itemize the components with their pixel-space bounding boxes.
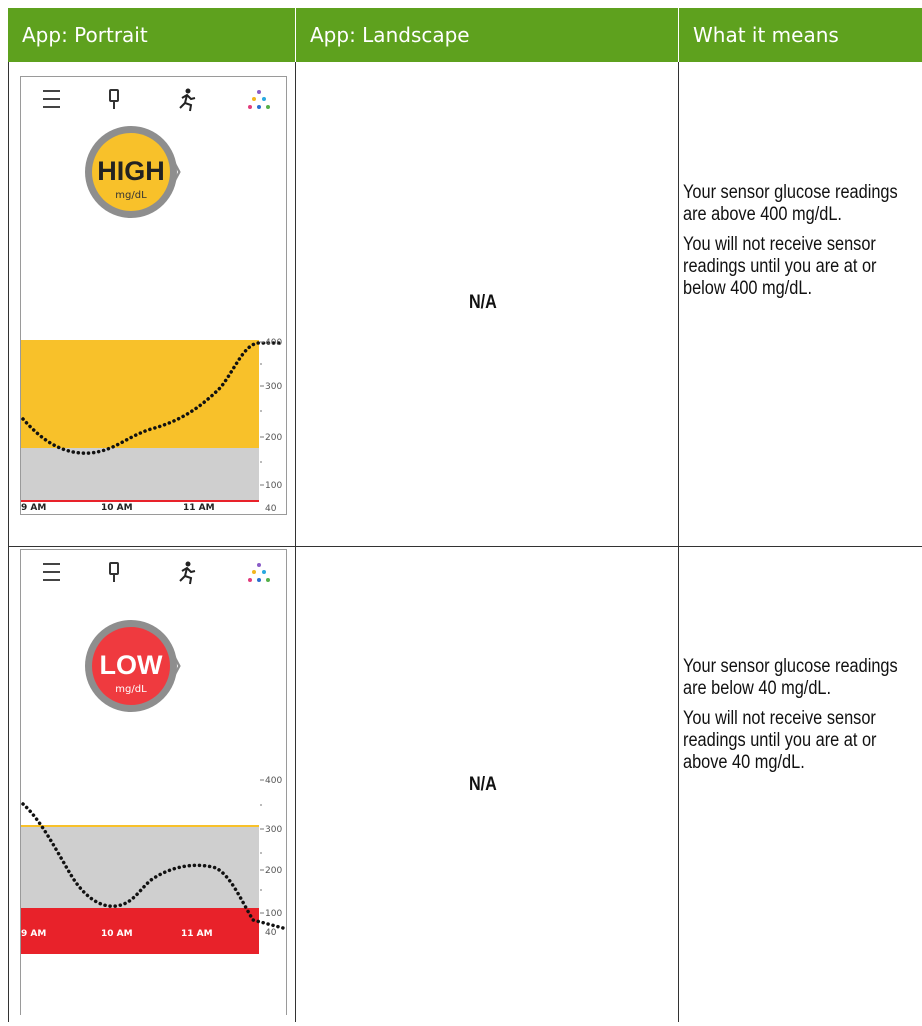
- multicolor-dots-icon[interactable]: [248, 563, 270, 582]
- x-tick-label: 11 AM: [183, 503, 215, 513]
- y-tick-label: 400: [265, 338, 282, 348]
- x-tick-label: 10 AM: [101, 503, 133, 513]
- x-tick-label: 11 AM: [181, 929, 213, 939]
- header-landscape: App: Landscape: [296, 8, 678, 62]
- status-unit: mg/dL: [115, 684, 147, 695]
- table-divider-2: [678, 62, 679, 1022]
- sensor-glucose-badge-high[interactable]: HIGH mg/dL: [85, 126, 181, 218]
- status-text: LOW: [100, 650, 163, 680]
- target-zone: [21, 448, 259, 501]
- phone-screen-low: LOW mg/dL 400 300 200 100 40 9 AM 10 AM …: [20, 549, 287, 1015]
- x-axis: 9 AM 10 AM 11 AM: [21, 503, 215, 513]
- header-portrait: App: Portrait: [8, 8, 295, 62]
- multicolor-dots-icon[interactable]: [248, 90, 270, 109]
- y-tick-label: 100: [265, 481, 282, 491]
- y-tick-label: 400: [265, 776, 282, 786]
- meaning-line: Your sensor glucose readings are above 4…: [683, 182, 898, 225]
- meaning-high: Your sensor glucose readings are above 4…: [683, 182, 898, 308]
- running-person-icon[interactable]: [179, 561, 196, 585]
- row-divider: [8, 546, 922, 547]
- header-meaning: What it means: [679, 8, 922, 62]
- meaning-line: You will not receive sensor readings unt…: [683, 234, 877, 299]
- table-border-left: [8, 62, 9, 1022]
- target-zone: [21, 827, 259, 910]
- x-tick-label: 9 AM: [21, 503, 46, 513]
- y-tick-label: 200: [265, 866, 282, 876]
- y-tick-label: 100: [265, 909, 282, 919]
- y-tick-label: 300: [265, 825, 282, 835]
- y-tick-label: 40: [265, 928, 277, 938]
- y-tick-label: 200: [265, 433, 282, 443]
- meaning-line: You will not receive sensor readings unt…: [683, 708, 877, 773]
- meaning-line: Your sensor glucose readings are below 4…: [683, 656, 898, 699]
- sensor-glucose-badge-low[interactable]: LOW mg/dL: [85, 620, 181, 712]
- landscape-na-high: N/A: [469, 292, 497, 313]
- menu-icon[interactable]: [43, 563, 60, 581]
- y-axis: 400 300 200 100 40: [260, 776, 282, 938]
- y-tick-label: 300: [265, 382, 282, 392]
- low-zone: [21, 908, 259, 954]
- high-line: [21, 825, 259, 827]
- status-text: HIGH: [97, 156, 165, 186]
- low-line: [21, 500, 259, 502]
- table-divider-1: [295, 62, 296, 1022]
- menu-icon[interactable]: [43, 90, 60, 108]
- running-person-icon[interactable]: [179, 88, 196, 112]
- blood-drop-meter-icon[interactable]: [109, 562, 119, 582]
- y-axis: 400 300 200 100 40: [260, 338, 282, 514]
- landscape-na-low: N/A: [469, 774, 497, 795]
- glucose-trend-chart-high: 400 300 200 100 40 9 AM 10 AM 11 AM: [21, 338, 283, 514]
- x-tick-label: 9 AM: [21, 929, 46, 939]
- meaning-low: Your sensor glucose readings are below 4…: [683, 656, 898, 782]
- status-unit: mg/dL: [115, 190, 147, 201]
- phone-screen-high: HIGH mg/dL 400 300 200 100 40 9 AM 10 AM…: [20, 76, 287, 515]
- y-tick-label: 40: [265, 504, 277, 514]
- blood-drop-meter-icon[interactable]: [109, 89, 119, 109]
- glucose-trend-chart-low: 400 300 200 100 40 9 AM 10 AM 11 AM: [21, 776, 285, 954]
- x-tick-label: 10 AM: [101, 929, 133, 939]
